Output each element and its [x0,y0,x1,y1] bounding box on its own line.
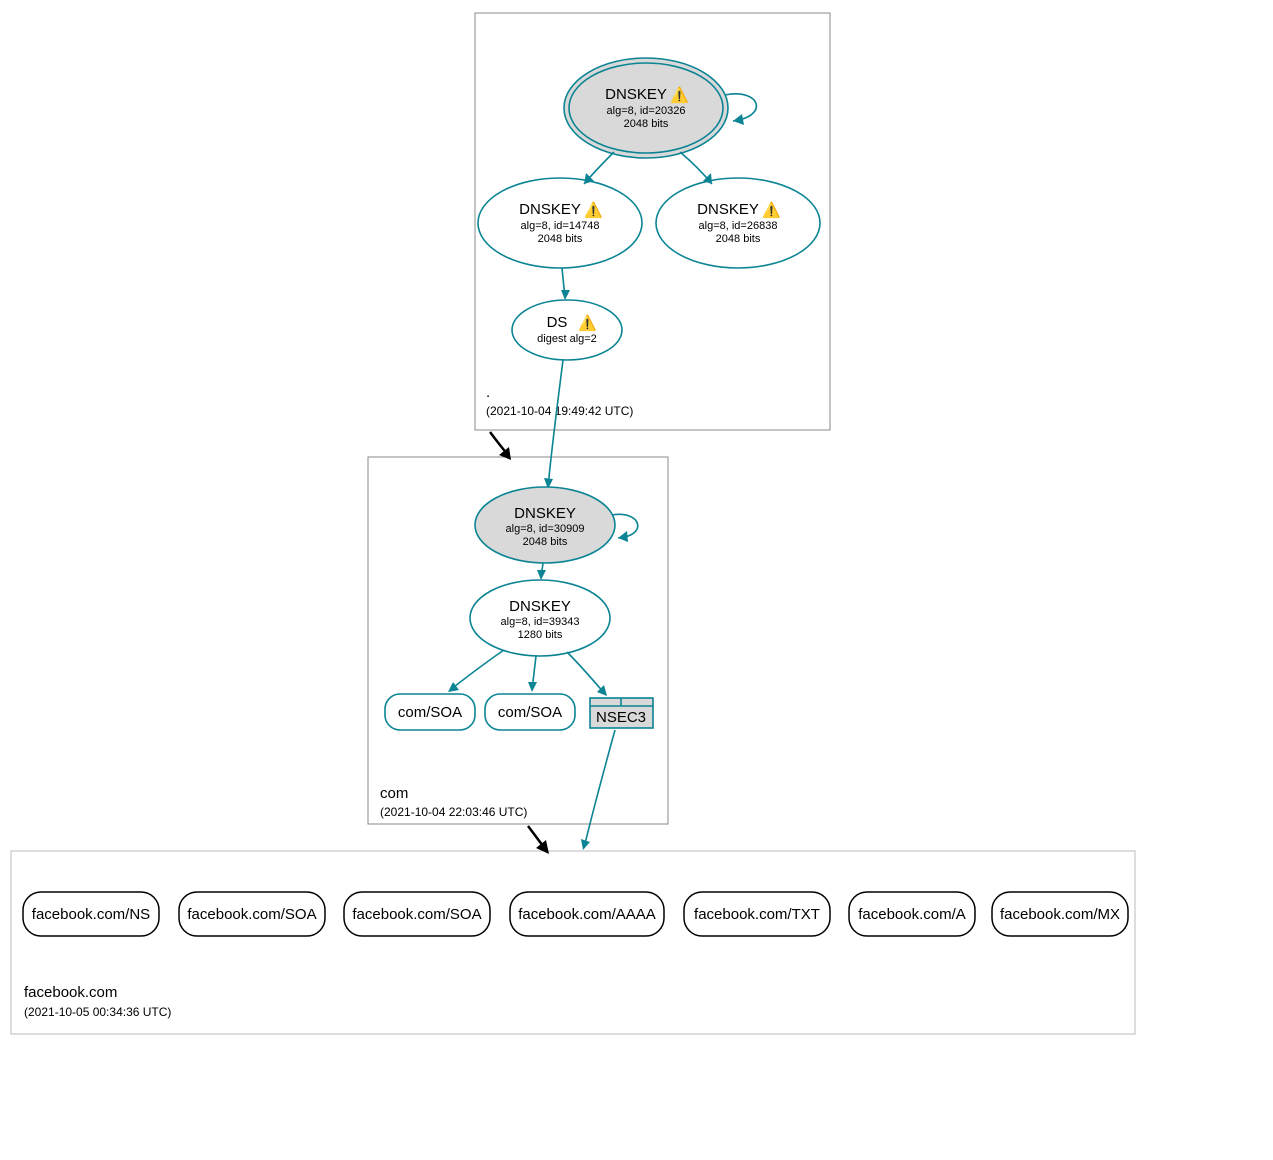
fb-txt-label: facebook.com/TXT [694,906,820,923]
node-fb-ns: facebook.com/NS [23,892,159,936]
com-zsk-title: DNSKEY [509,598,571,615]
root-zska-line2: alg=8, id=14748 [521,220,600,232]
node-fb-txt: facebook.com/TXT [684,892,830,936]
svg-text:DNSKEY: DNSKEY [519,201,581,218]
zone-facebook-name: facebook.com [24,984,117,1001]
svg-text:DNSKEY: DNSKEY [697,201,759,218]
com-ksk-line3: 2048 bits [523,536,568,548]
zone-facebook-box [11,851,1135,1034]
warn-icon: ⚠️ [578,314,597,332]
node-com-soa1: com/SOA [385,694,475,730]
zone-root-name: . [486,384,490,401]
node-root-zsk-a: DNSKEY ⚠️ alg=8, id=14748 2048 bits [478,178,642,268]
arrowhead [733,114,744,125]
fb-a-label: facebook.com/A [858,906,966,923]
zone-root-timestamp: (2021-10-04 19:49:42 UTC) [486,404,633,418]
arrowhead [528,682,537,692]
zone-facebook-timestamp: (2021-10-05 00:34:36 UTC) [24,1005,171,1019]
fb-soa1-label: facebook.com/SOA [187,906,316,923]
arrowhead [581,839,590,850]
root-zskb-title: DNSKEY [697,201,759,218]
fb-mx-label: facebook.com/MX [1000,906,1120,923]
com-ksk-line2: alg=8, id=30909 [506,523,585,535]
root-zskb-line3: 2048 bits [716,233,761,245]
node-root-zsk-b: DNSKEY ⚠️ alg=8, id=26838 2048 bits [656,178,820,268]
node-com-zsk: DNSKEY alg=8, id=39343 1280 bits [470,580,610,656]
com-zsk-line3: 1280 bits [518,629,563,641]
zone-com-name: com [380,785,408,802]
arrowhead [618,531,628,542]
root-ds-title: DS [547,314,568,331]
com-soa2-label: com/SOA [498,704,562,721]
svg-text:DS: DS [547,314,568,331]
facebook-records-row: facebook.com/NS facebook.com/SOA faceboo… [23,892,1128,936]
node-fb-a: facebook.com/A [849,892,975,936]
warn-icon: ⚠️ [584,201,603,219]
node-root-ds: DS ⚠️ digest alg=2 [512,300,622,360]
com-soa1-label: com/SOA [398,704,462,721]
node-com-soa2: com/SOA [485,694,575,730]
edge-comzsk-soa1 [450,650,504,690]
root-zska-line3: 2048 bits [538,233,583,245]
root-ksk-line3: 2048 bits [624,118,669,130]
edge-ds-to-comksk [548,360,563,487]
root-zska-title: DNSKEY [519,201,581,218]
edge-nsec3-to-fb [584,730,615,848]
node-fb-soa1: facebook.com/SOA [179,892,325,936]
zone-com-timestamp: (2021-10-04 22:03:46 UTC) [380,805,527,819]
node-com-nsec3: NSEC3 [590,698,653,728]
node-fb-mx: facebook.com/MX [992,892,1128,936]
node-root-ksk: DNSKEY ⚠️ alg=8, id=20326 2048 bits [564,58,728,158]
fb-soa2-label: facebook.com/SOA [352,906,481,923]
node-com-ksk: DNSKEY alg=8, id=30909 2048 bits [475,487,615,563]
com-nsec3-label: NSEC3 [596,709,646,726]
warn-icon: ⚠️ [670,86,689,104]
node-fb-aaaa: facebook.com/AAAA [510,892,664,936]
svg-text:DNSKEY: DNSKEY [605,86,667,103]
root-ksk-line2: alg=8, id=20326 [607,105,686,117]
com-zsk-line2: alg=8, id=39343 [501,616,580,628]
fb-aaaa-label: facebook.com/AAAA [518,906,656,923]
root-ds-line2: digest alg=2 [537,333,597,345]
node-fb-soa2: facebook.com/SOA [344,892,490,936]
com-ksk-title: DNSKEY [514,505,576,522]
edge-comzsk-nsec3 [567,652,605,694]
root-ksk-title: DNSKEY [605,86,667,103]
arrowhead-black [536,840,549,854]
dnssec-diagram: . (2021-10-04 19:49:42 UTC) DNSKEY ⚠️ al… [0,0,1273,1160]
arrowhead [537,570,546,580]
arrowhead-black [499,447,511,460]
warn-icon: ⚠️ [762,201,781,219]
root-zskb-line2: alg=8, id=26838 [699,220,778,232]
fb-ns-label: facebook.com/NS [32,906,150,923]
arrowhead [561,290,570,300]
